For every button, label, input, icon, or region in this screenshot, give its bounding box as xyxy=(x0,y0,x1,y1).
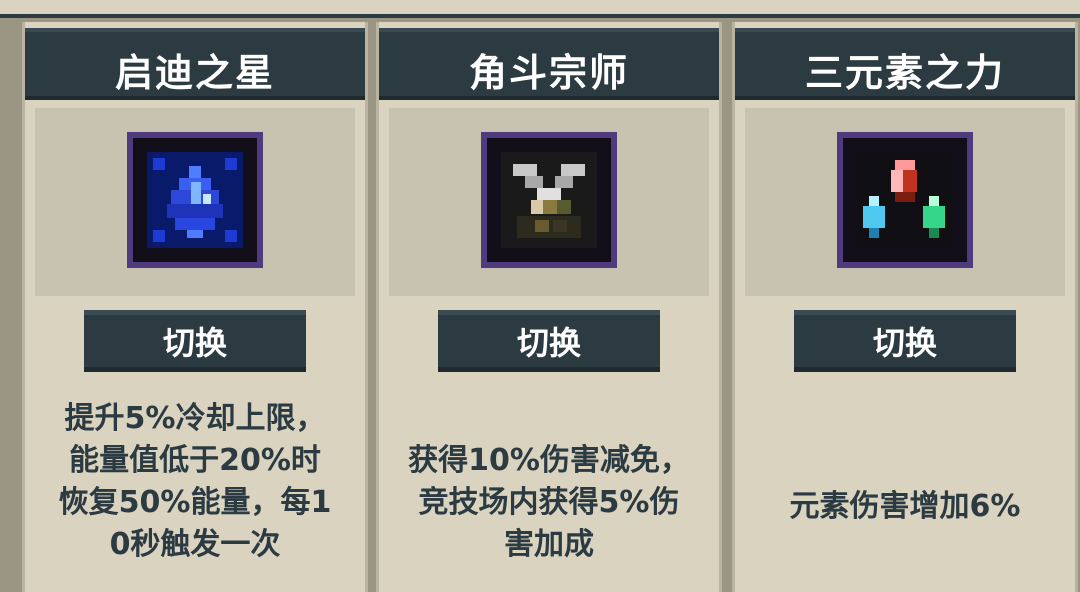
three-element-crystals-icon xyxy=(837,132,973,268)
crossed-swords-gladiator-icon xyxy=(481,132,617,268)
description-line: 元素伤害增加6% xyxy=(789,489,1021,524)
talent-card-star: 启迪之星 切换 提升5%冷却上限， 能量值低于20%时 恢复50%能量，每1 0… xyxy=(22,22,368,592)
switch-button[interactable]: 切换 xyxy=(794,310,1016,372)
description-line: 0秒触发一次 xyxy=(109,527,281,562)
talent-card-gladiator: 角斗宗师 切换 获得10%伤害减免， 竞技场内获得5%伤 害加成 xyxy=(376,22,722,592)
icon-area xyxy=(35,108,355,296)
switch-button[interactable]: 切换 xyxy=(438,310,660,372)
description-line: 提升5%冷却上限， xyxy=(64,401,326,436)
icon-area xyxy=(745,108,1065,296)
card-header: 三元素之力 xyxy=(735,28,1075,100)
card-title: 三元素之力 xyxy=(804,51,1005,95)
card-header: 角斗宗师 xyxy=(379,28,719,100)
card-description: 元素伤害增加6% xyxy=(741,486,1069,528)
card-description: 获得10%伤害减免， 竞技场内获得5%伤 害加成 xyxy=(385,440,713,566)
icon-area xyxy=(389,108,709,296)
description-line: 获得10%伤害减免， xyxy=(408,443,690,478)
card-title: 角斗宗师 xyxy=(468,51,629,95)
card-title: 启迪之星 xyxy=(114,51,275,95)
description-line: 恢复50%能量，每1 xyxy=(58,485,332,520)
talent-card-elements: 三元素之力 切换 元素伤害增加6% xyxy=(732,22,1078,592)
description-line: 能量值低于20%时 xyxy=(69,443,321,478)
description-line: 竞技场内获得5%伤 xyxy=(418,485,680,520)
top-strip xyxy=(0,0,1080,18)
blue-star-gem-icon xyxy=(127,132,263,268)
switch-button[interactable]: 切换 xyxy=(84,310,306,372)
card-header: 启迪之星 xyxy=(25,28,365,100)
card-description: 提升5%冷却上限， 能量值低于20%时 恢复50%能量，每1 0秒触发一次 xyxy=(31,398,359,566)
description-line: 害加成 xyxy=(504,527,594,562)
